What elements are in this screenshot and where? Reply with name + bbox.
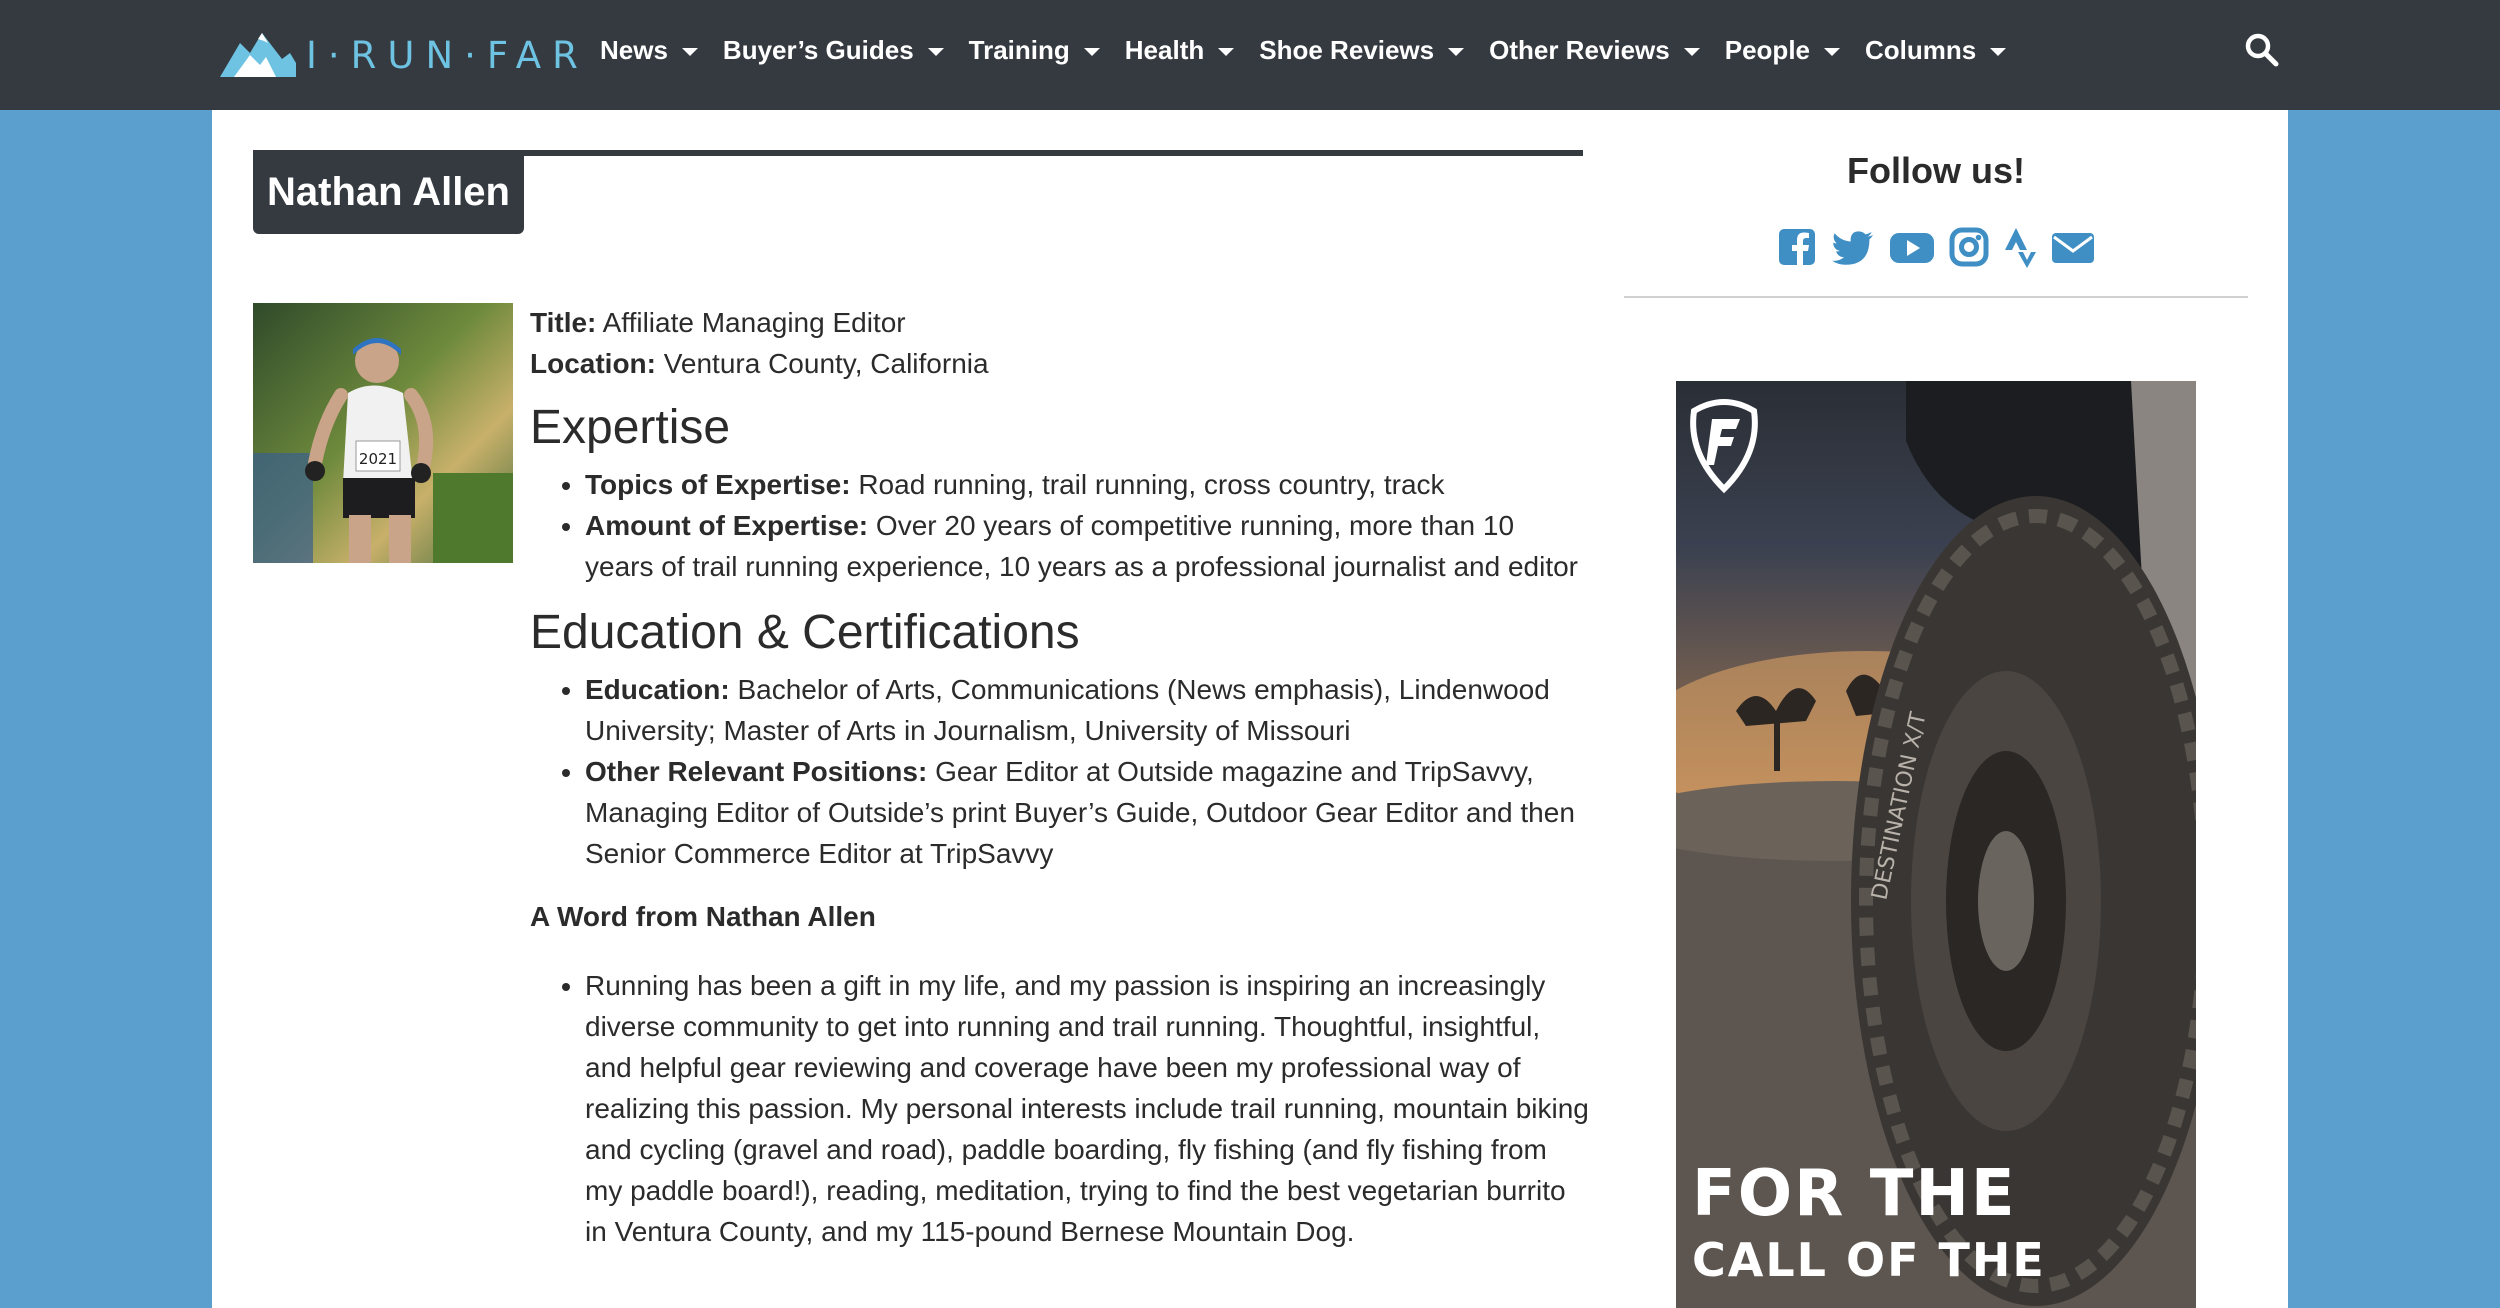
item-label: Amount of Expertise:: [585, 510, 869, 541]
nav-people[interactable]: People: [1725, 35, 1840, 66]
ad-headline: FOR THE CALL OF THE: [1692, 1159, 2046, 1286]
item-text: Road running, trail running, cross count…: [858, 469, 1445, 500]
sidebar-advertisement[interactable]: DESTINATION X/T FOR THE CALL OF THE: [1676, 381, 2196, 1308]
profile-photo: 2021: [253, 303, 513, 563]
nav-shoe-reviews[interactable]: Shoe Reviews: [1259, 34, 1465, 66]
nav-other-reviews-label: Other Reviews: [1489, 34, 1670, 65]
youtube-icon[interactable]: [1889, 227, 1935, 267]
item-label: Education:: [585, 674, 730, 705]
chevron-down-icon: [927, 47, 944, 56]
expertise-heading: Expertise: [530, 401, 731, 454]
chevron-down-icon: [1683, 47, 1700, 56]
list-item: Education: Bachelor of Arts, Communicati…: [585, 669, 1590, 751]
item-label: Other Relevant Positions:: [585, 756, 928, 787]
list-item: Topics of Expertise: Road running, trail…: [585, 464, 1590, 505]
nav-training-label: Training: [968, 34, 1070, 65]
site-logo[interactable]: I·RUN·FAR: [220, 22, 589, 88]
title-line-row: Title: Affiliate Managing Editor: [530, 302, 1590, 343]
location-label: Location:: [530, 348, 656, 379]
list-item: Amount of Expertise: Over 20 years of co…: [585, 505, 1590, 587]
follow-us-title: Follow us!: [1847, 150, 2025, 191]
ad-headline-line1: FOR THE: [1692, 1157, 2017, 1231]
strava-icon[interactable]: [2003, 226, 2037, 268]
location-value: Ventura County, California: [663, 348, 989, 379]
ad-headline-line2: CALL OF THE: [1692, 1233, 2046, 1288]
list-item: Other Relevant Positions: Gear Editor at…: [585, 751, 1590, 874]
nav-buyers-guides-label: Buyer’s Guides: [722, 34, 914, 65]
title-label: Title:: [530, 307, 597, 338]
nav-other-reviews[interactable]: Other Reviews: [1489, 35, 1700, 66]
nav-health-label: Health: [1124, 34, 1205, 65]
chevron-down-icon: [681, 47, 698, 56]
content-card: Nathan Allen 2021 Title: Affiliate Manag: [212, 110, 2288, 1308]
bib-number: 2021: [359, 450, 397, 468]
chevron-down-icon: [1083, 47, 1100, 56]
education-heading: Education & Certifications: [530, 606, 1080, 659]
nav-columns[interactable]: Columns: [1865, 34, 2007, 66]
mountain-logo-icon: [220, 33, 296, 77]
nav-columns-label: Columns: [1865, 34, 1977, 65]
social-links: [1777, 225, 2109, 269]
instagram-icon[interactable]: [1949, 227, 1989, 267]
nav-people-label: People: [1724, 34, 1810, 65]
nav-shoe-reviews-label: Shoe Reviews: [1259, 34, 1435, 65]
email-icon[interactable]: [2051, 227, 2095, 267]
logo-wordmark: I·RUN·FAR: [306, 33, 589, 77]
chevron-down-icon: [1448, 47, 1465, 56]
facebook-icon[interactable]: [1777, 227, 1817, 267]
location-row: Location: Ventura County, California: [530, 343, 1590, 384]
nav-news-label: News: [600, 34, 668, 65]
page-title: Nathan Allen: [253, 150, 524, 234]
chevron-down-icon: [1990, 47, 2007, 56]
item-label: Topics of Expertise:: [585, 469, 851, 500]
chevron-down-icon: [1218, 47, 1235, 56]
top-navbar: I·RUN·FAR News Buyer’s Guides Training H…: [0, 0, 2500, 110]
word-list: Running has been a gift in my life, and …: [530, 965, 1590, 1252]
nav-training[interactable]: Training: [969, 35, 1100, 66]
nav-buyers-guides[interactable]: Buyer’s Guides: [723, 35, 944, 66]
search-icon[interactable]: [2244, 32, 2280, 68]
sidebar-divider: [1624, 296, 2248, 298]
chevron-down-icon: [1824, 47, 1840, 56]
item-text: Bachelor of Arts, Communications (News e…: [585, 674, 1550, 746]
word-heading: A Word from Nathan Allen: [530, 901, 876, 932]
expertise-list: Topics of Expertise: Road running, trail…: [530, 464, 1590, 587]
nav-news[interactable]: News: [600, 35, 698, 66]
nav-health[interactable]: Health: [1124, 34, 1235, 66]
education-list: Education: Bachelor of Arts, Communicati…: [530, 669, 1590, 874]
main-nav: News Buyer’s Guides Training Health Shoe…: [600, 0, 2031, 100]
title-value: Affiliate Managing Editor: [602, 307, 906, 338]
twitter-icon[interactable]: [1831, 227, 1875, 267]
profile-bio: Title: Affiliate Managing Editor Locatio…: [530, 302, 1590, 1252]
list-item: Running has been a gift in my life, and …: [585, 965, 1590, 1252]
